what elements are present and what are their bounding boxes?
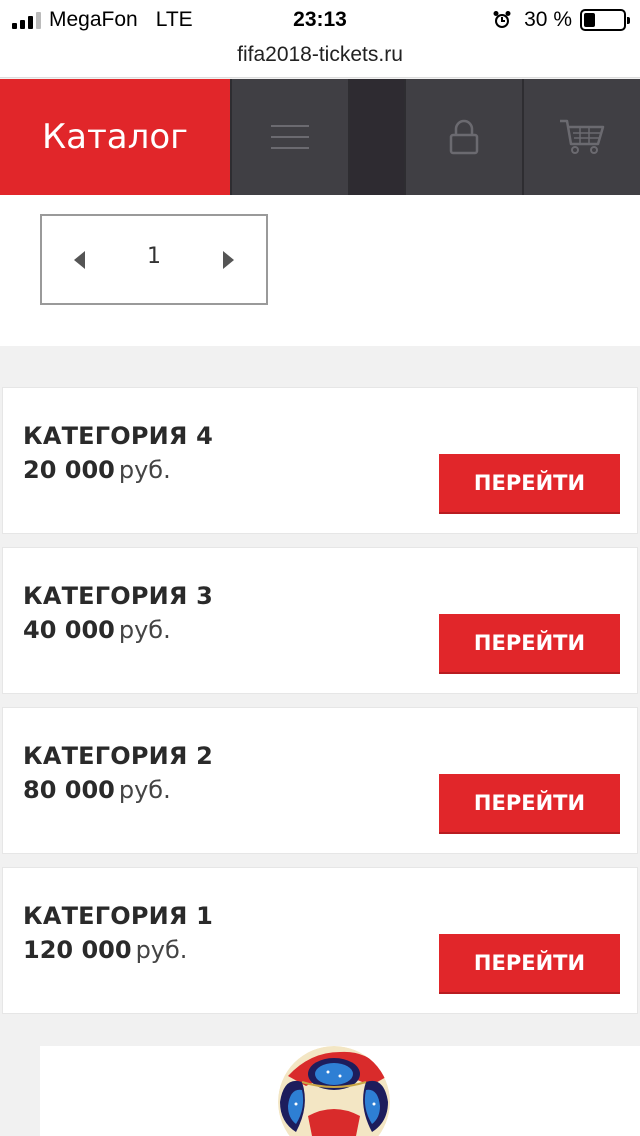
price-currency: руб. (118, 776, 171, 804)
category-price: 80 000 руб. (23, 776, 171, 804)
price-amount: 40 000 (23, 616, 115, 644)
price-currency: руб. (118, 616, 171, 644)
category-title: КАТЕГОРИЯ 2 (23, 742, 214, 770)
go-button[interactable]: ПЕРЕЙТИ (439, 774, 620, 834)
category-card: КАТЕГОРИЯ 4 20 000 руб. ПЕРЕЙТИ (2, 387, 638, 534)
cart-button[interactable] (522, 79, 640, 195)
menu-icon (271, 116, 309, 158)
logo-area (40, 1046, 640, 1136)
lock-icon (449, 119, 479, 155)
status-right: 30 % (492, 8, 630, 32)
category-card: КАТЕГОРИЯ 1 120 000 руб. ПЕРЕЙТИ (2, 867, 638, 1014)
menu-button[interactable] (230, 79, 348, 195)
top-nav: Каталог (0, 79, 640, 195)
pagination-area: 1 (0, 195, 640, 346)
login-button[interactable] (404, 79, 522, 195)
category-price: 20 000 руб. (23, 456, 171, 484)
battery-icon (580, 9, 630, 31)
price-amount: 20 000 (23, 456, 115, 484)
battery-percent: 30 % (524, 8, 572, 31)
status-bar: MegaFon LTE 23:13 30 % (0, 0, 640, 44)
go-button[interactable]: ПЕРЕЙТИ (439, 934, 620, 994)
price-amount: 120 000 (23, 936, 132, 964)
address-bar[interactable]: fifa2018-tickets.ru (0, 40, 640, 78)
category-title: КАТЕГОРИЯ 4 (23, 422, 214, 450)
go-button[interactable]: ПЕРЕЙТИ (439, 614, 620, 674)
category-price: 120 000 руб. (23, 936, 187, 964)
price-amount: 80 000 (23, 776, 115, 804)
nav-spacer (348, 79, 404, 195)
category-title: КАТЕГОРИЯ 3 (23, 582, 214, 610)
price-currency: руб. (118, 456, 171, 484)
alarm-icon (493, 11, 511, 28)
go-button[interactable]: ПЕРЕЙТИ (439, 454, 620, 514)
football-logo-icon (278, 1046, 390, 1136)
category-price: 40 000 руб. (23, 616, 171, 644)
catalog-button[interactable]: Каталог (0, 79, 230, 195)
cart-icon (560, 119, 605, 154)
category-title: КАТЕГОРИЯ 1 (23, 902, 214, 930)
category-card: КАТЕГОРИЯ 2 80 000 руб. ПЕРЕЙТИ (2, 707, 638, 854)
price-currency: руб. (135, 936, 188, 964)
category-card: КАТЕГОРИЯ 3 40 000 руб. ПЕРЕЙТИ (2, 547, 638, 694)
pagination: 1 (40, 214, 268, 305)
next-page-icon[interactable] (223, 251, 234, 269)
